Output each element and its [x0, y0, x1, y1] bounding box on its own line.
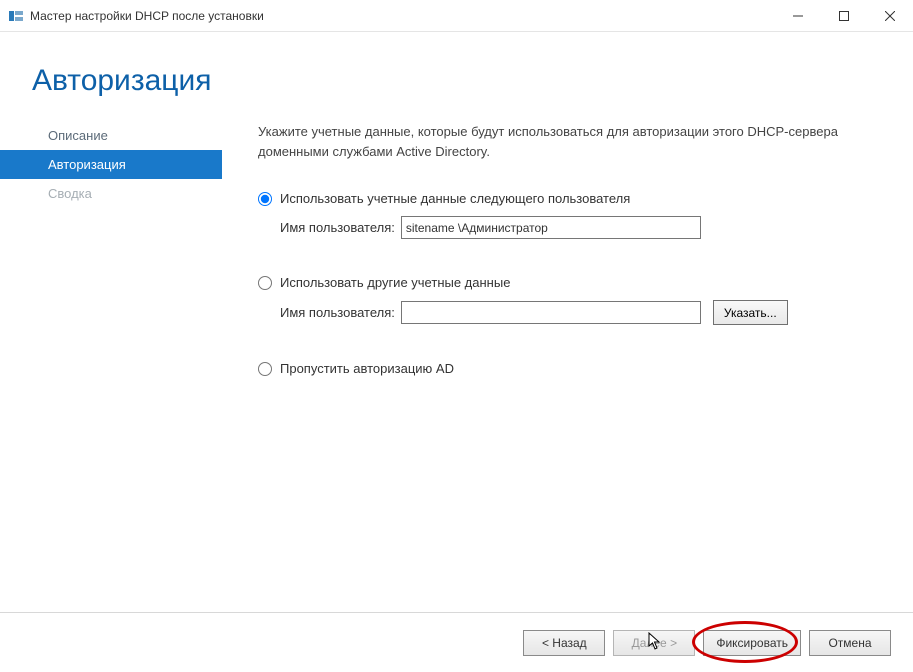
- sidebar-item-summary: Сводка: [0, 179, 222, 208]
- sidebar: Описание Авторизация Сводка: [0, 116, 222, 612]
- username-label-2: Имя пользователя:: [280, 305, 395, 320]
- main-pane: Укажите учетные данные, которые будут ис…: [222, 116, 901, 612]
- radio-other-user[interactable]: [258, 276, 272, 290]
- radio-option-skip[interactable]: Пропустить авторизацию AD: [258, 361, 891, 376]
- window-title: Мастер настройки DHCP после установки: [30, 9, 775, 23]
- radio-label-skip: Пропустить авторизацию AD: [280, 361, 454, 376]
- body-row: Описание Авторизация Сводка Укажите учет…: [0, 116, 913, 612]
- minimize-button[interactable]: [775, 0, 821, 32]
- radio-option-other-user[interactable]: Использовать другие учетные данные: [258, 275, 891, 290]
- footer-bar: < Назад Далее > Фиксировать Отмена: [0, 612, 913, 672]
- radio-label-current-user: Использовать учетные данные следующего п…: [280, 191, 630, 206]
- field-row-other-user: Имя пользователя: Указать...: [280, 300, 891, 325]
- window-controls: [775, 0, 913, 32]
- sidebar-item-description[interactable]: Описание: [0, 121, 222, 150]
- content-wrap: Авторизация Описание Авторизация Сводка …: [0, 32, 913, 672]
- page-title: Авторизация: [32, 64, 873, 98]
- app-icon: [8, 8, 24, 24]
- close-button[interactable]: [867, 0, 913, 32]
- page-header: Авторизация: [0, 32, 913, 116]
- radio-current-user[interactable]: [258, 192, 272, 206]
- field-row-current-user: Имя пользователя:: [280, 216, 891, 239]
- username-input-1[interactable]: [401, 216, 701, 239]
- radio-label-other-user: Использовать другие учетные данные: [280, 275, 510, 290]
- next-button[interactable]: Далее >: [613, 630, 695, 656]
- cancel-button[interactable]: Отмена: [809, 630, 891, 656]
- titlebar: Мастер настройки DHCP после установки: [0, 0, 913, 32]
- username-input-2[interactable]: [401, 301, 701, 324]
- lead-text: Укажите учетные данные, которые будут ис…: [258, 122, 878, 161]
- username-label-1: Имя пользователя:: [280, 220, 395, 235]
- specify-button[interactable]: Указать...: [713, 300, 788, 325]
- maximize-button[interactable]: [821, 0, 867, 32]
- radio-skip[interactable]: [258, 362, 272, 376]
- radio-option-current-user[interactable]: Использовать учетные данные следующего п…: [258, 191, 891, 206]
- sidebar-item-authorization[interactable]: Авторизация: [0, 150, 222, 179]
- commit-button[interactable]: Фиксировать: [703, 630, 801, 656]
- back-button[interactable]: < Назад: [523, 630, 605, 656]
